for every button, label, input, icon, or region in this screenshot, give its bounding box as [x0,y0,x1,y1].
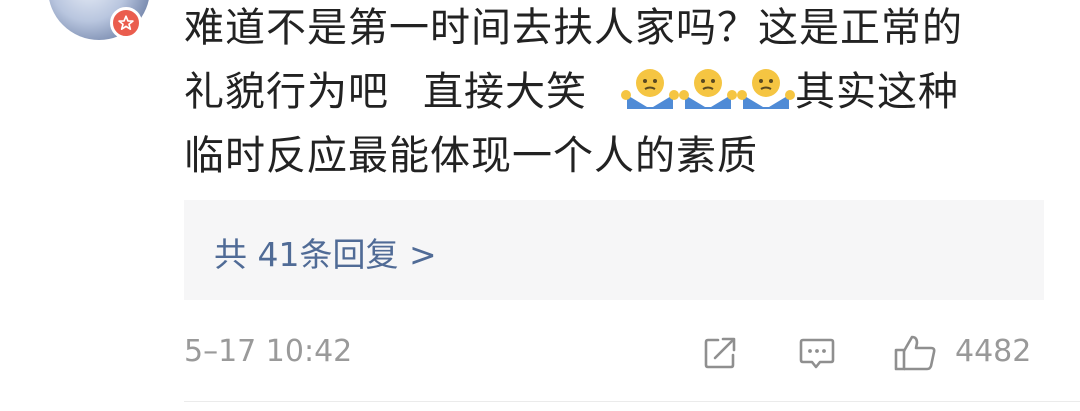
divider [184,401,1080,402]
comment-icon[interactable] [797,333,837,373]
verified-star-icon [110,7,142,39]
view-replies-link[interactable]: 共 41条回复 > [214,228,437,276]
comment-text-segment: 其实这种 [795,69,959,115]
share-icon[interactable] [700,333,740,373]
like-count: 4482 [955,334,1032,369]
comment-line-1: 难道不是第一时间去扶人家吗？这是正常的 [184,5,963,51]
comment-timestamp: 5–17 10:42 [184,334,353,369]
comment-text: 难道不是第一时间去扶人家吗？这是正常的 礼貌行为吧 直接大笑 其实这种 临时反应… [184,0,1044,188]
replies-panel[interactable]: 共 41条回复 > [184,200,1044,300]
comment-text-segment: 礼貌行为吧 [184,69,389,115]
shrug-emoji-icon [737,65,795,113]
thumbs-up-icon[interactable] [893,333,939,373]
comment-line-3: 临时反应最能体现一个人的素质 [184,133,758,179]
comment-text-segment: 直接大笑 [423,69,587,115]
shrug-emoji-icon [621,65,679,113]
comment-line-2: 礼貌行为吧 直接大笑 其实这种 [184,60,1044,124]
shrug-emoji-icon [679,65,737,113]
